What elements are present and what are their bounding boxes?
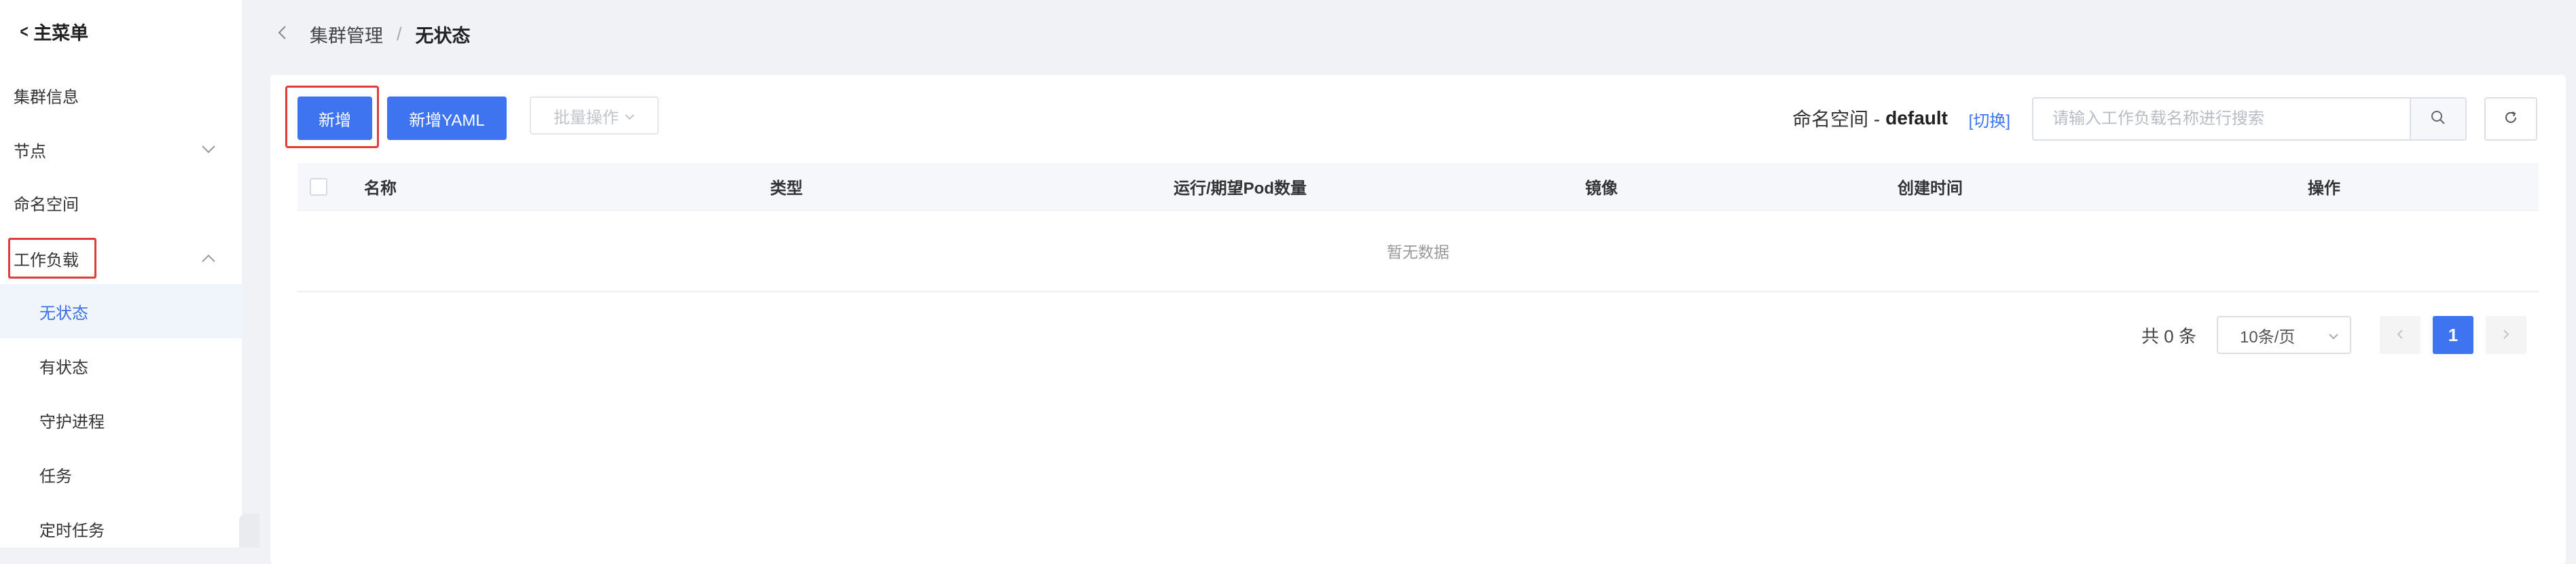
search-box <box>2032 97 2467 141</box>
chevron-right-icon <box>2503 326 2509 344</box>
page-size-value: 10条/页 <box>2240 328 2296 347</box>
column-header-image: 镜像 <box>1585 179 1618 198</box>
chevron-down-icon <box>201 141 216 158</box>
sidebar-item-label: 有状态 <box>39 358 88 377</box>
sidebar-item-label: 集群信息 <box>14 88 79 107</box>
table-empty-state: 暂无数据 <box>297 211 2539 292</box>
add-button[interactable]: 新增 <box>297 96 372 140</box>
chevron-down-icon <box>2328 325 2339 345</box>
sidebar-item-label: 无状态 <box>39 304 88 323</box>
search-icon <box>2430 109 2446 129</box>
namespace-switch-link[interactable]: [切换] <box>1969 107 2010 131</box>
back-label: 主菜单 <box>33 22 89 43</box>
sidebar-item-label: 任务 <box>39 467 72 486</box>
sidebar-item-cronjob[interactable]: 定时任务 <box>0 501 243 556</box>
sidebar-item-label: 工作负载 <box>14 251 79 270</box>
page-title: 无状态 <box>415 25 471 46</box>
sidebar-item-statefulset[interactable]: 有状态 <box>0 338 243 393</box>
search-input[interactable] <box>2033 99 2410 139</box>
back-to-main-menu[interactable]: < 主菜单 <box>19 18 89 45</box>
page-size-select[interactable]: 10条/页 <box>2217 316 2351 354</box>
sidebar-item-label: 守护进程 <box>39 412 105 431</box>
table-header: 名称 类型 运行/期望Pod数量 镜像 创建时间 操作 <box>297 163 2539 211</box>
select-all-checkbox[interactable] <box>310 178 327 196</box>
breadcrumb: 集群管理 / 无状态 <box>243 0 2576 68</box>
add-yaml-button[interactable]: 新增YAML <box>387 96 507 140</box>
batch-operation-label: 批量操作 <box>554 108 619 127</box>
pagination: 共 0 条 10条/页 1 <box>2141 316 2526 354</box>
search-button[interactable] <box>2410 99 2465 139</box>
page-number-current[interactable]: 1 <box>2433 316 2473 354</box>
namespace-value: default <box>1885 107 1948 128</box>
breadcrumb-parent[interactable]: 集群管理 <box>310 21 383 48</box>
chevron-left-icon <box>2397 326 2403 344</box>
chevron-up-icon <box>201 249 216 267</box>
chevron-left-icon[interactable] <box>277 24 287 45</box>
sidebar-scroll-handle[interactable] <box>239 514 259 548</box>
sidebar-item-nodes[interactable]: 节点 <box>0 122 243 177</box>
content-card: 新增 新增YAML 批量操作 命名空间 - default [切换] 名称 类型… <box>270 75 2566 564</box>
column-header-created: 创建时间 <box>1898 179 1963 198</box>
namespace-prefix: 命名空间 - <box>1792 109 1881 130</box>
chevron-down-icon <box>624 106 635 125</box>
pagination-total: 共 0 条 <box>2141 325 2196 347</box>
sidebar-item-cluster-info[interactable]: 集群信息 <box>0 68 243 122</box>
column-header-type: 类型 <box>770 179 803 198</box>
sidebar-item-namespace[interactable]: 命名空间 <box>0 175 243 230</box>
column-header-pods: 运行/期望Pod数量 <box>1174 179 1307 198</box>
batch-operation-button[interactable]: 批量操作 <box>530 96 659 135</box>
column-header-name: 名称 <box>364 179 397 198</box>
sidebar-item-deployment[interactable]: 无状态 <box>0 284 243 338</box>
sidebar-item-job[interactable]: 任务 <box>0 447 243 501</box>
refresh-button[interactable] <box>2484 97 2537 141</box>
sidebar-item-label: 节点 <box>14 142 46 161</box>
sidebar: < 主菜单 集群信息 节点 命名空间 工作负载 无状态 有状态 守护进程 任务 … <box>0 0 243 548</box>
breadcrumb-separator: / <box>397 23 402 44</box>
workload-table: 名称 类型 运行/期望Pod数量 镜像 创建时间 操作 暂无数据 <box>297 163 2539 292</box>
column-header-actions: 操作 <box>2308 179 2340 198</box>
sidebar-item-daemonset[interactable]: 守护进程 <box>0 393 243 447</box>
refresh-icon <box>2503 110 2518 128</box>
sidebar-item-label: 定时任务 <box>39 521 105 540</box>
sidebar-item-label: 命名空间 <box>14 195 79 214</box>
prev-page-button[interactable] <box>2380 316 2420 354</box>
namespace-label: 命名空间 - default <box>1792 105 1948 132</box>
next-page-button[interactable] <box>2486 316 2526 354</box>
chevron-left-icon: < <box>20 20 29 41</box>
sidebar-item-workload[interactable]: 工作负载 <box>0 231 243 285</box>
